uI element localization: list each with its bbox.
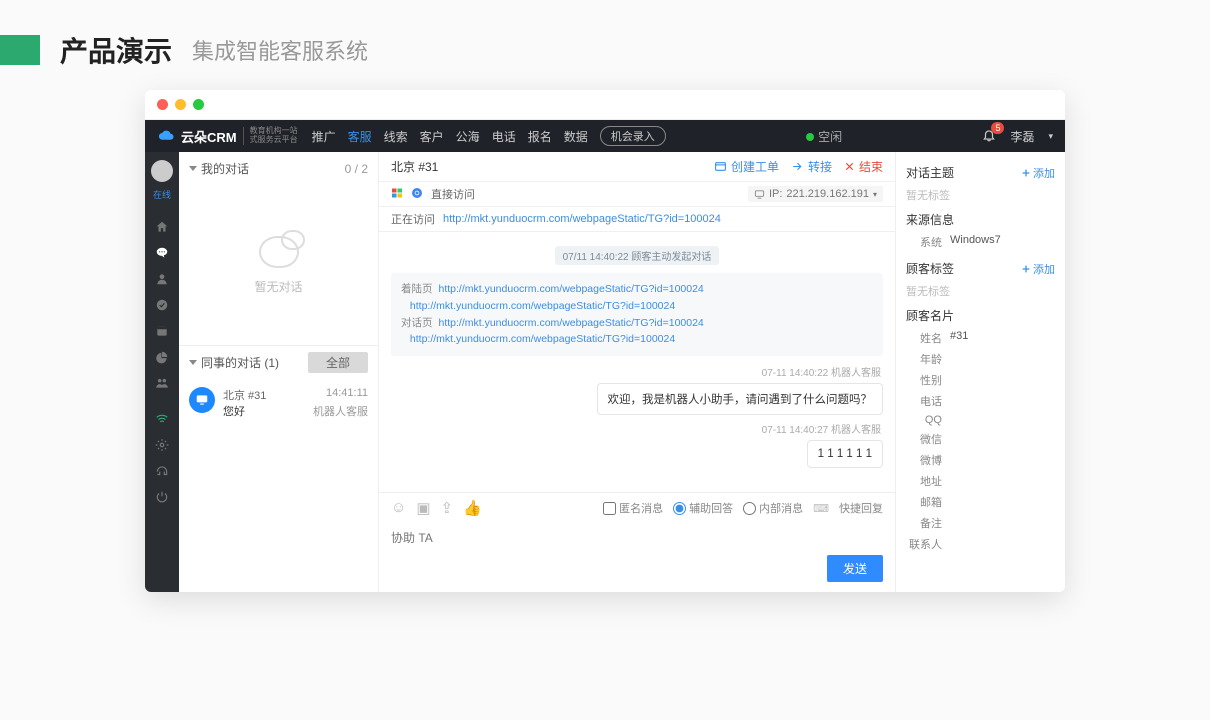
ip-chip[interactable]: IP: 221.219.162.191 ▾ [748,186,883,202]
chevron-down-icon [189,166,197,171]
user-caret-icon[interactable]: ▾ [1048,131,1053,142]
nav-item[interactable]: 推广 [312,128,336,145]
current-user[interactable]: 李磊 [1010,128,1034,145]
wifi-icon[interactable] [152,409,172,429]
transfer-button[interactable]: 转接 [791,158,832,175]
side-rail: 在线 [145,152,179,592]
cloud-icon [157,129,175,143]
dialog-link[interactable]: http://mkt.yunduocrm.com/webpageStatic/T… [410,331,675,348]
gear-icon[interactable] [152,435,172,455]
top-nav: 云朵CRM 教育机构一站 式服务云平台 推广 客服 线索 客户 公海 电话 报名… [145,120,1065,152]
no-tag-label: 暂无标签 [906,283,1055,299]
message-meta: 07-11 14:40:27 机器人客服 [393,421,881,436]
notification-badge: 5 [991,122,1004,134]
slide-subtitle: 集成智能客服系统 [192,34,368,66]
status-dot-icon [806,133,814,141]
quick-reply-button[interactable]: 快捷回复 [839,500,883,516]
customer-tag-header: 顾客标签 [906,260,954,277]
access-method: 直接访问 [431,186,475,202]
nav-item[interactable]: 客户 [420,128,444,145]
all-button[interactable]: 全部 [308,352,368,373]
keyboard-icon[interactable]: ⌨ [813,502,829,515]
send-button[interactable]: 发送 [827,555,883,582]
attachment-icon[interactable]: ⇪ [441,499,454,517]
bot-message: 欢迎，我是机器人小助手，请问遇到了什么问题吗？ [597,383,884,415]
slide-header: 产品演示 集成智能客服系统 [0,0,1210,90]
page-links-block: 着陆页http://mkt.yunduocrm.com/webpageStati… [391,273,883,356]
anon-checkbox[interactable]: 匿名消息 [603,500,663,516]
home-icon[interactable] [152,217,172,237]
topic-header: 对话主题 [906,164,954,181]
nav-item[interactable]: 电话 [492,128,516,145]
conversation-item[interactable]: 北京 #3114:41:11 您好机器人客服 [179,379,378,427]
monitor-icon [189,387,215,413]
visiting-url[interactable]: http://mkt.yunduocrm.com/webpageStatic/T… [443,213,721,225]
nav-item[interactable]: 报名 [528,128,552,145]
create-ticket-button[interactable]: 创建工单 [714,158,779,175]
check-circle-icon[interactable] [152,295,172,315]
info-panel: 对话主题 添加 暂无标签 来源信息 系统Windows7 顾客标签 添加 暂无标… [895,152,1065,592]
emoji-icon[interactable]: ☺ [391,499,406,517]
my-conversations-header[interactable]: 我的对话 0 / 2 [179,152,378,185]
message-meta: 07-11 14:40:22 机器人客服 [393,364,881,379]
nav-items: 推广 客服 线索 客户 公海 电话 报名 数据 机会录入 [312,126,666,146]
end-button[interactable]: 结束 [844,158,883,175]
pie-chart-icon[interactable] [152,347,172,367]
chevron-down-icon [189,360,197,365]
brand: 云朵CRM 教育机构一站 式服务云平台 [157,127,298,146]
peer-conversations-header[interactable]: 同事的对话 (1) 全部 [179,345,378,379]
chevron-down-icon: ▾ [873,190,877,199]
accent-bar [0,35,40,65]
calendar-icon[interactable] [152,321,172,341]
online-label: 在线 [153,188,171,201]
avatar[interactable] [151,160,173,182]
nav-item-active[interactable]: 客服 [348,128,372,145]
dialog-link[interactable]: http://mkt.yunduocrm.com/webpageStatic/T… [439,315,704,332]
empty-conversations: 暂无对话 [179,185,378,345]
empty-bubble-icon [259,236,299,268]
chat-icon[interactable] [152,243,172,263]
internal-radio[interactable]: 内部消息 [743,500,803,516]
nav-item[interactable]: 线索 [384,128,408,145]
bot-message: 1 1 1 1 1 1 [807,440,883,468]
app-window: 云朵CRM 教育机构一站 式服务云平台 推广 客服 线索 客户 公海 电话 报名… [145,90,1065,592]
agent-status[interactable]: 空闲 [806,128,842,145]
bell-icon[interactable]: 5 [982,128,996,145]
source-header: 来源信息 [906,211,954,228]
customer-card-header: 顾客名片 [906,307,954,324]
maximize-icon[interactable] [193,99,204,110]
chrome-icon [411,187,423,202]
add-topic-button[interactable]: 添加 [1021,165,1055,181]
thumbs-up-icon[interactable]: 👍 [463,499,482,517]
brand-name: 云朵CRM [181,127,237,146]
power-icon[interactable] [152,487,172,507]
user-icon[interactable] [152,269,172,289]
conversation-list: 我的对话 0 / 2 暂无对话 同事的对话 (1) 全部 北京 #3114:41… [179,152,379,592]
record-opportunity-button[interactable]: 机会录入 [600,126,666,146]
headset-icon[interactable] [152,461,172,481]
brand-tagline: 教育机构一站 式服务云平台 [243,127,298,145]
close-icon[interactable] [157,99,168,110]
no-tag-label: 暂无标签 [906,187,1055,203]
landing-link[interactable]: http://mkt.yunduocrm.com/webpageStatic/T… [439,281,704,298]
nav-item[interactable]: 公海 [456,128,480,145]
chat-scroll[interactable]: 07/11 14:40:22 顾客主动发起对话 着陆页http://mkt.yu… [379,232,895,492]
assist-radio[interactable]: 辅助回答 [673,500,733,516]
landing-link[interactable]: http://mkt.yunduocrm.com/webpageStatic/T… [410,298,675,315]
image-icon[interactable]: ▣ [416,499,430,517]
nav-item[interactable]: 数据 [564,128,588,145]
mac-titlebar [145,90,1065,120]
system-notice: 07/11 14:40:22 顾客主动发起对话 [555,246,720,265]
minimize-icon[interactable] [175,99,186,110]
chat-title: 北京 #31 [391,158,438,175]
compose-toolbar: ☺ ▣ ⇪ 👍 匿名消息 辅助回答 内部消息 ⌨ 快捷回复 [379,492,895,523]
chat-panel: 北京 #31 创建工单 转接 结束 直接访问 [379,152,895,592]
compose-input[interactable] [391,527,883,549]
slide-title: 产品演示 [60,30,172,70]
windows-icon [391,187,403,202]
add-tag-button[interactable]: 添加 [1021,261,1055,277]
group-icon[interactable] [152,373,172,393]
